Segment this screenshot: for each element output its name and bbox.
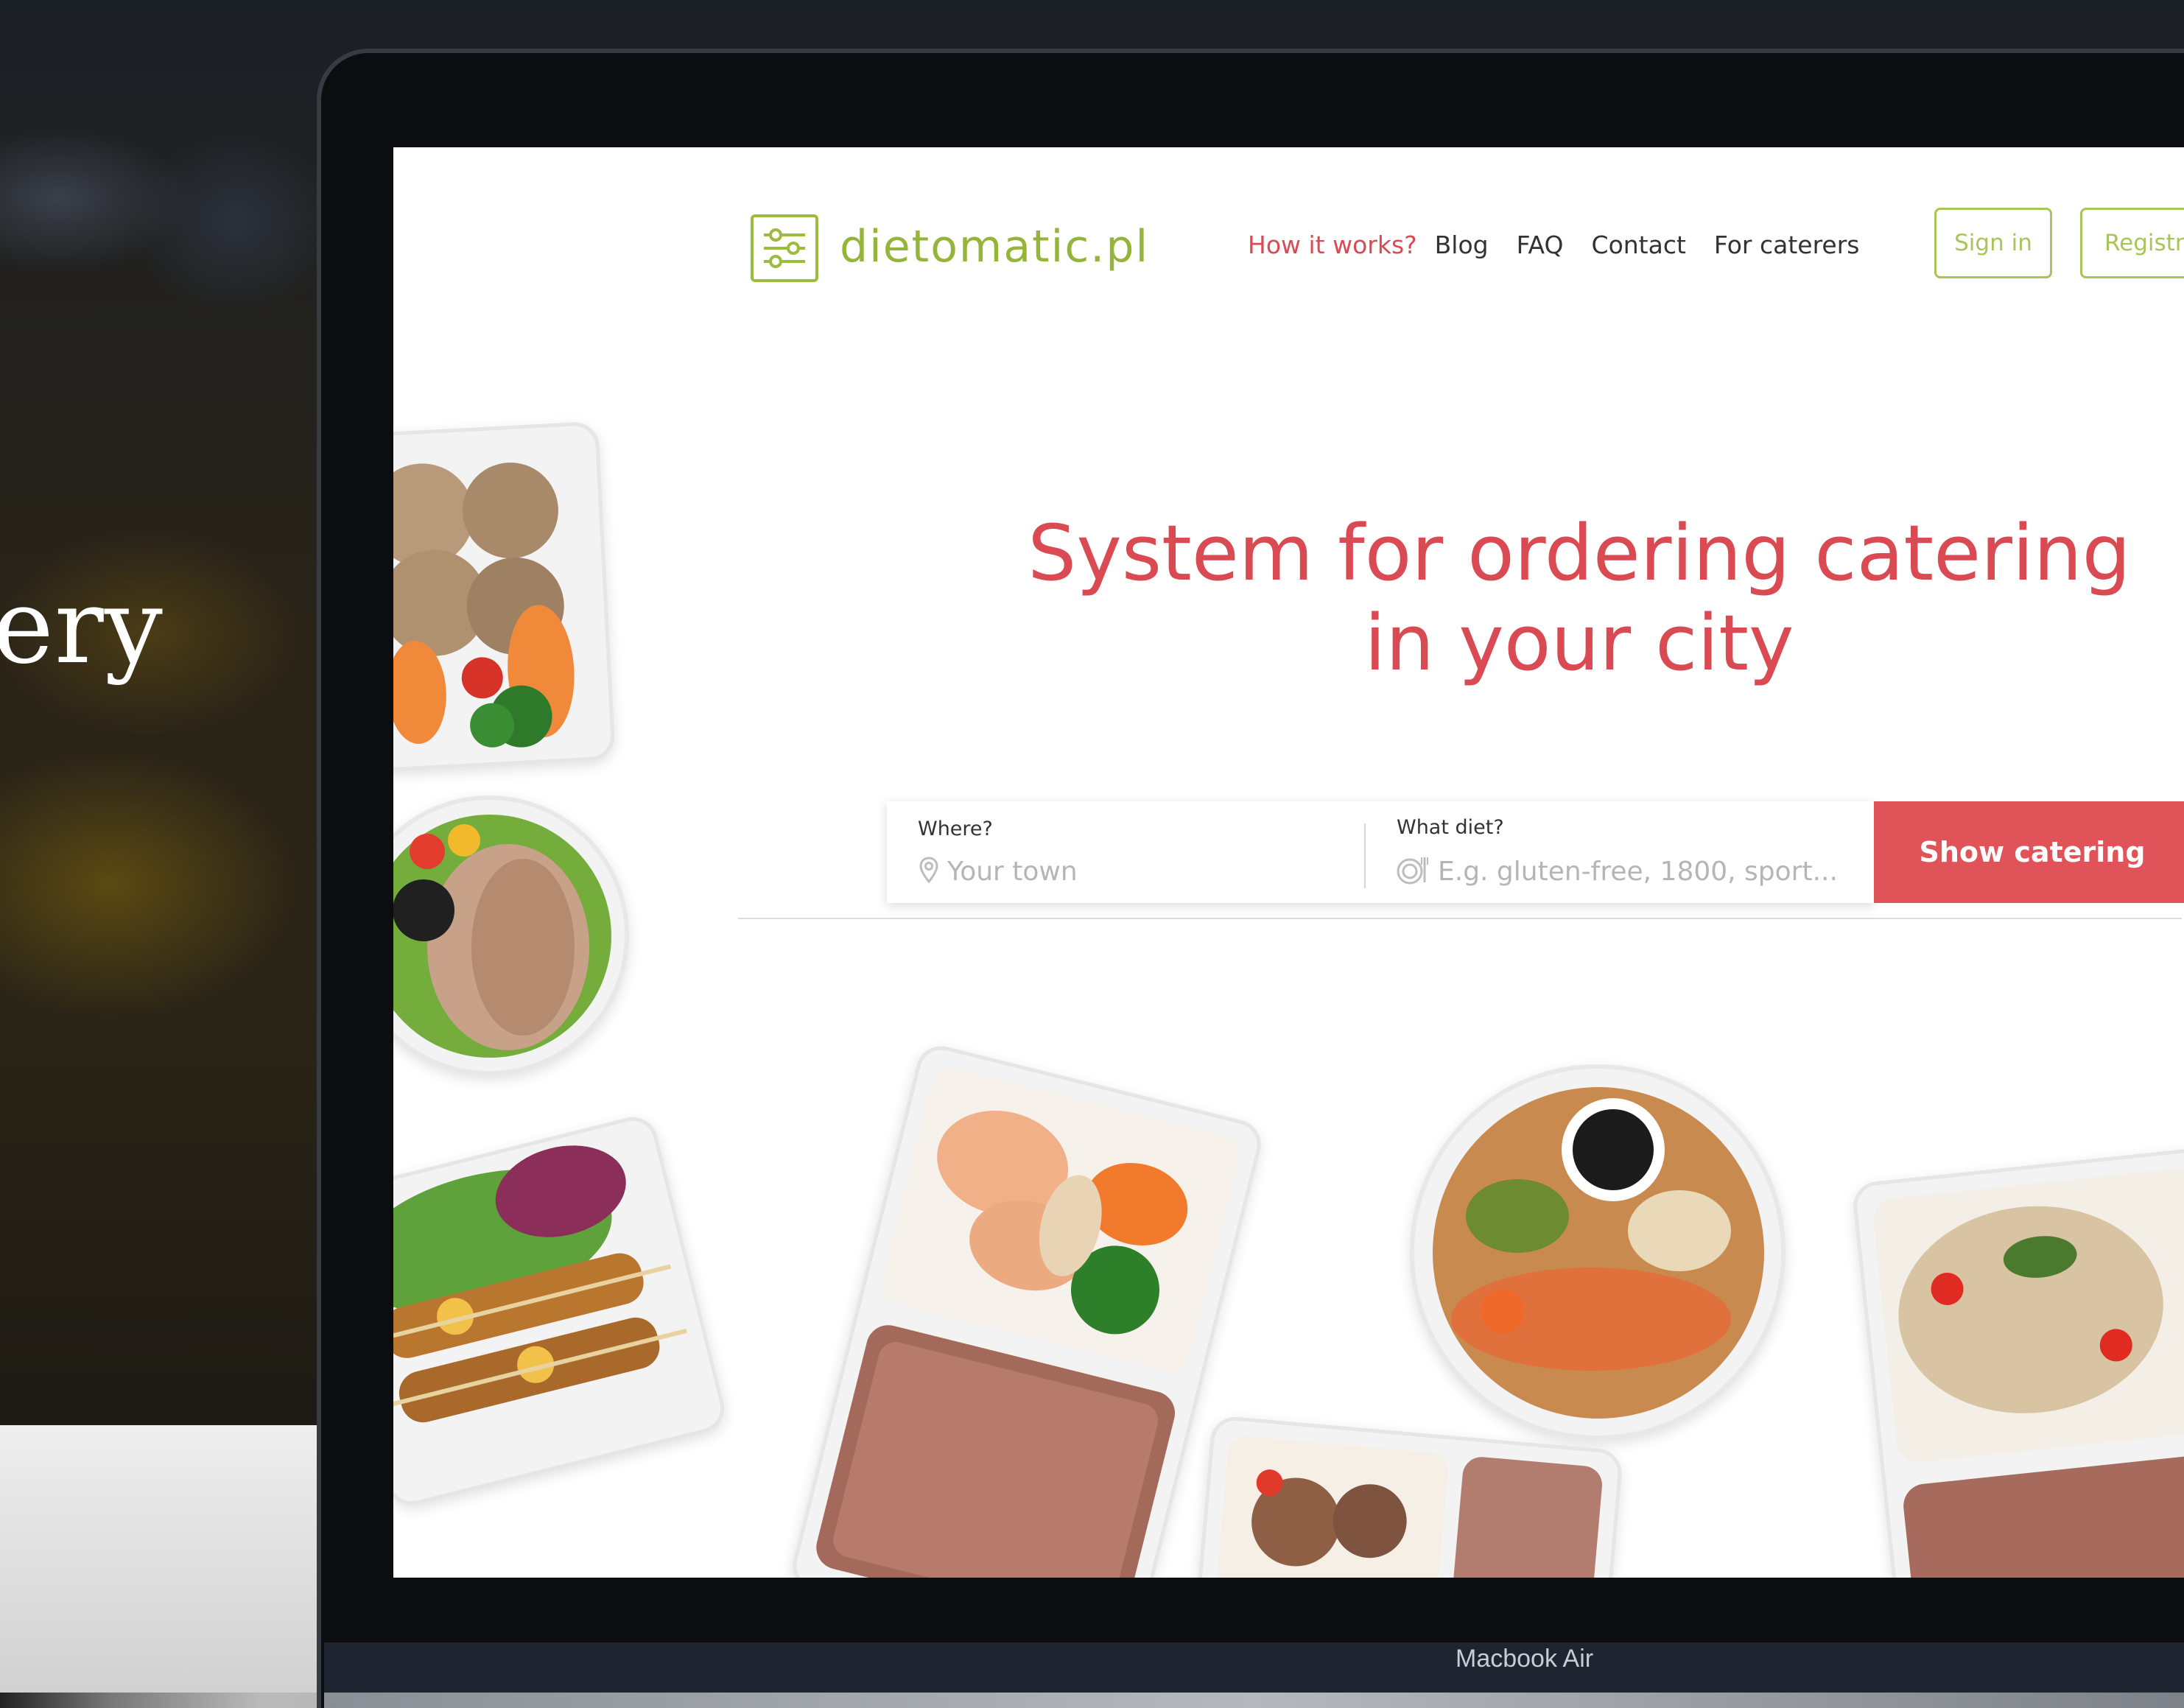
nav-contact[interactable]: Contact xyxy=(1592,231,1686,259)
hero-title-line-2: in your city xyxy=(1364,598,1794,688)
nav-how-it-works[interactable]: How it works? xyxy=(1248,231,1417,259)
nav-faq[interactable]: FAQ xyxy=(1517,231,1564,259)
device-label: Macbook Air xyxy=(1456,1645,1594,1673)
background-headline: ery xyxy=(0,567,164,687)
food-container-shrimp-rice xyxy=(787,1041,1266,1578)
laptop-base xyxy=(324,1693,2184,1708)
sliders-icon[interactable] xyxy=(751,214,818,282)
nav-for-caterers[interactable]: For caterers xyxy=(1714,231,1860,259)
map-pin-icon xyxy=(918,856,940,888)
search-divider xyxy=(1364,823,1366,888)
show-catering-button[interactable]: Show catering xyxy=(1874,801,2184,903)
main-nav: How it works? Blog FAQ Contact For cater… xyxy=(1248,231,1888,259)
diet-label: What diet? xyxy=(1397,816,1504,839)
laptop-chin xyxy=(324,1642,2184,1694)
sign-in-button[interactable]: Sign in xyxy=(1934,208,2052,278)
logo-text[interactable]: dietomatic.pl xyxy=(840,221,1149,273)
register-button[interactable]: Registra xyxy=(2080,208,2184,278)
hero-title-line-1: System for ordering catering xyxy=(1028,508,2131,598)
food-bowl-salmon xyxy=(1410,1064,1786,1440)
food-container-chicken-rice xyxy=(1850,1145,2184,1578)
food-bowl-pork xyxy=(393,795,629,1075)
food-container-skewers xyxy=(393,1111,730,1511)
nav-blog[interactable]: Blog xyxy=(1435,231,1489,259)
food-container-meatballs xyxy=(393,421,616,773)
food-container-meat-rice xyxy=(1195,1415,1624,1578)
where-label: Where? xyxy=(918,818,993,840)
website-screen: dietomatic.pl How it works? Blog FAQ Con… xyxy=(393,147,2184,1578)
search-underline xyxy=(738,918,2182,919)
where-input[interactable] xyxy=(947,854,1330,888)
plate-icon xyxy=(1395,853,1429,890)
diet-input[interactable] xyxy=(1438,854,1865,888)
hero-title: System for ordering catering in your cit… xyxy=(997,508,2161,688)
